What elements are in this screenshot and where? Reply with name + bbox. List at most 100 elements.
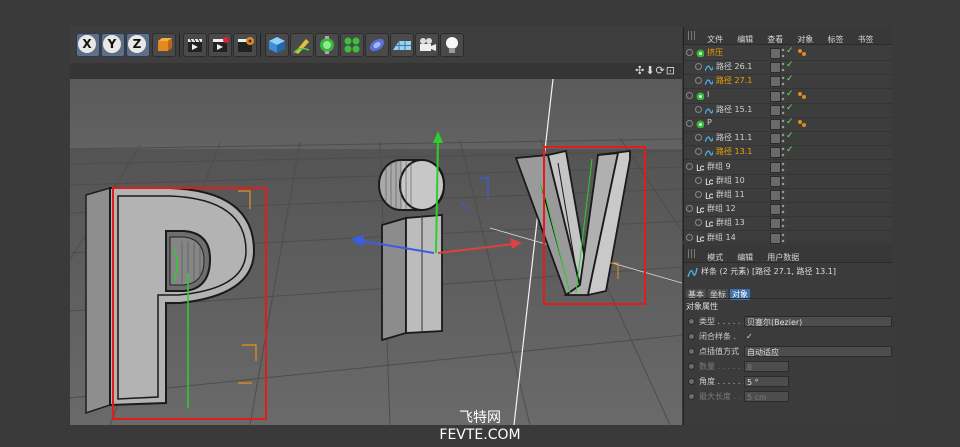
visibility-dots-icon[interactable] [781, 61, 785, 74]
object-row[interactable]: L 群组 14 [684, 231, 892, 246]
object-name[interactable]: 群组 14 [707, 232, 736, 243]
visibility-dots-icon[interactable] [781, 89, 785, 102]
subdivision-surface-button[interactable] [315, 33, 339, 57]
object-row[interactable]: 路径 26.1 ✓ [684, 60, 892, 76]
menu-user-data[interactable]: 用户数据 [767, 253, 799, 262]
menu-objects[interactable]: 对象 [797, 35, 813, 44]
visibility-dots-icon[interactable] [781, 174, 785, 187]
enabled-check-icon[interactable]: ✓ [786, 131, 794, 141]
visibility-dots-icon[interactable] [781, 217, 785, 230]
object-row[interactable]: 挤压 ✓ [684, 46, 892, 61]
enabled-check-icon[interactable]: ✓ [786, 60, 794, 70]
enabled-check-icon[interactable]: ✓ [786, 74, 794, 84]
object-row[interactable]: P ✓ [684, 117, 892, 132]
menu-edit[interactable]: 编辑 [737, 35, 753, 44]
expand-toggle-icon[interactable] [686, 49, 693, 56]
lock-x-axis-button[interactable]: X [76, 33, 100, 57]
layer-icon[interactable] [770, 190, 781, 201]
visibility-dots-icon[interactable] [781, 132, 785, 145]
animate-radio-icon[interactable] [688, 348, 695, 355]
expand-toggle-icon[interactable] [686, 91, 693, 99]
object-name[interactable]: 路径 26.1 [716, 61, 752, 72]
layer-icon[interactable] [770, 62, 781, 74]
light-button[interactable] [440, 33, 464, 57]
floor-button[interactable] [390, 33, 414, 57]
object-name[interactable]: 群组 10 [716, 175, 745, 186]
layer-icon[interactable] [770, 147, 781, 159]
layer-icon[interactable] [770, 119, 781, 130]
object-row[interactable]: 路径 11.1 ✓ [684, 131, 892, 147]
layer-icon[interactable] [770, 204, 781, 216]
visibility-dots-icon[interactable] [781, 146, 785, 159]
layer-icon[interactable] [770, 161, 781, 173]
menu-edit[interactable]: 编辑 [737, 253, 753, 262]
menu-bookmarks[interactable]: 书签 [858, 35, 874, 44]
phong-tag-icon[interactable] [798, 49, 807, 56]
enabled-check-icon[interactable]: ✓ [786, 117, 794, 127]
object-name[interactable]: 路径 13.1 [716, 146, 752, 157]
menu-file[interactable]: 文件 [707, 35, 723, 44]
expand-toggle-icon[interactable] [695, 63, 702, 71]
visibility-dots-icon[interactable] [781, 203, 785, 216]
render-picture-viewer-button[interactable] [208, 33, 232, 57]
phong-tag-icon[interactable] [798, 91, 807, 99]
expand-toggle-icon[interactable] [695, 77, 702, 85]
coordinate-system-button[interactable] [152, 33, 176, 57]
animate-radio-icon[interactable] [688, 393, 695, 400]
expand-toggle-icon[interactable] [695, 148, 702, 156]
object-row[interactable]: L 群组 11 [684, 188, 892, 203]
menu-tags[interactable]: 标签 [827, 35, 843, 44]
property-value-field[interactable]: 贝塞尔(Bezier) [744, 316, 892, 327]
expand-toggle-icon[interactable] [695, 176, 702, 184]
enabled-check-icon[interactable]: ✓ [786, 89, 794, 99]
layer-icon[interactable] [770, 104, 781, 116]
expand-toggle-icon[interactable] [695, 219, 702, 227]
object-name[interactable]: 群组 11 [716, 189, 745, 200]
expand-toggle-icon[interactable] [695, 105, 702, 113]
object-name[interactable]: 群组 12 [707, 203, 736, 214]
lock-z-axis-button[interactable]: Z [126, 33, 150, 57]
array-button[interactable] [340, 33, 364, 57]
layer-icon[interactable] [770, 48, 781, 59]
deformer-button[interactable] [365, 33, 389, 57]
layer-icon[interactable] [770, 90, 781, 102]
enabled-check-icon[interactable]: ✓ [786, 103, 794, 113]
camera-button[interactable] [415, 33, 439, 57]
visibility-dots-icon[interactable] [781, 75, 785, 88]
object-name[interactable]: P [707, 118, 712, 127]
render-view-button[interactable] [183, 33, 207, 57]
property-value-field[interactable]: 5 ° [744, 376, 789, 387]
object-row[interactable]: L 群组 9 [684, 160, 892, 175]
animate-radio-icon[interactable] [688, 378, 695, 385]
object-name[interactable]: 群组 9 [707, 161, 731, 172]
expand-toggle-icon[interactable] [686, 162, 693, 170]
add-cube-button[interactable] [265, 33, 289, 57]
menu-view[interactable]: 查看 [767, 35, 783, 44]
object-name[interactable]: 路径 11.1 [716, 132, 752, 143]
visibility-dots-icon[interactable] [781, 231, 785, 244]
object-name[interactable]: 挤压 [707, 47, 723, 58]
object-row[interactable]: I ✓ [684, 89, 892, 104]
layer-icon[interactable] [770, 218, 781, 230]
render-settings-button[interactable] [233, 33, 257, 57]
enabled-check-icon[interactable]: ✓ [786, 46, 794, 56]
expand-toggle-icon[interactable] [686, 205, 693, 213]
visibility-dots-icon[interactable] [781, 118, 785, 130]
3d-viewport[interactable]: ✣⬇⟳⊡ [70, 63, 682, 425]
object-row[interactable]: L 群组 13 [684, 216, 892, 232]
property-value-field[interactable]: ✓ [744, 331, 754, 342]
object-row[interactable]: 路径 15.1 ✓ [684, 103, 892, 118]
animate-radio-icon[interactable] [688, 333, 695, 340]
object-name[interactable]: 路径 27.1 [716, 75, 752, 86]
expand-toggle-icon[interactable] [686, 120, 693, 127]
layer-icon[interactable] [770, 175, 781, 187]
enabled-check-icon[interactable]: ✓ [786, 145, 794, 155]
spline-pen-button[interactable] [290, 33, 314, 57]
object-name[interactable]: I [707, 90, 709, 99]
expand-toggle-icon[interactable] [695, 134, 702, 142]
animate-radio-icon[interactable] [688, 318, 695, 325]
lock-y-axis-button[interactable]: Y [101, 33, 125, 57]
object-row[interactable]: 路径 13.1 ✓ [684, 145, 892, 161]
object-name[interactable]: 路径 15.1 [716, 104, 752, 115]
visibility-dots-icon[interactable] [781, 189, 785, 201]
